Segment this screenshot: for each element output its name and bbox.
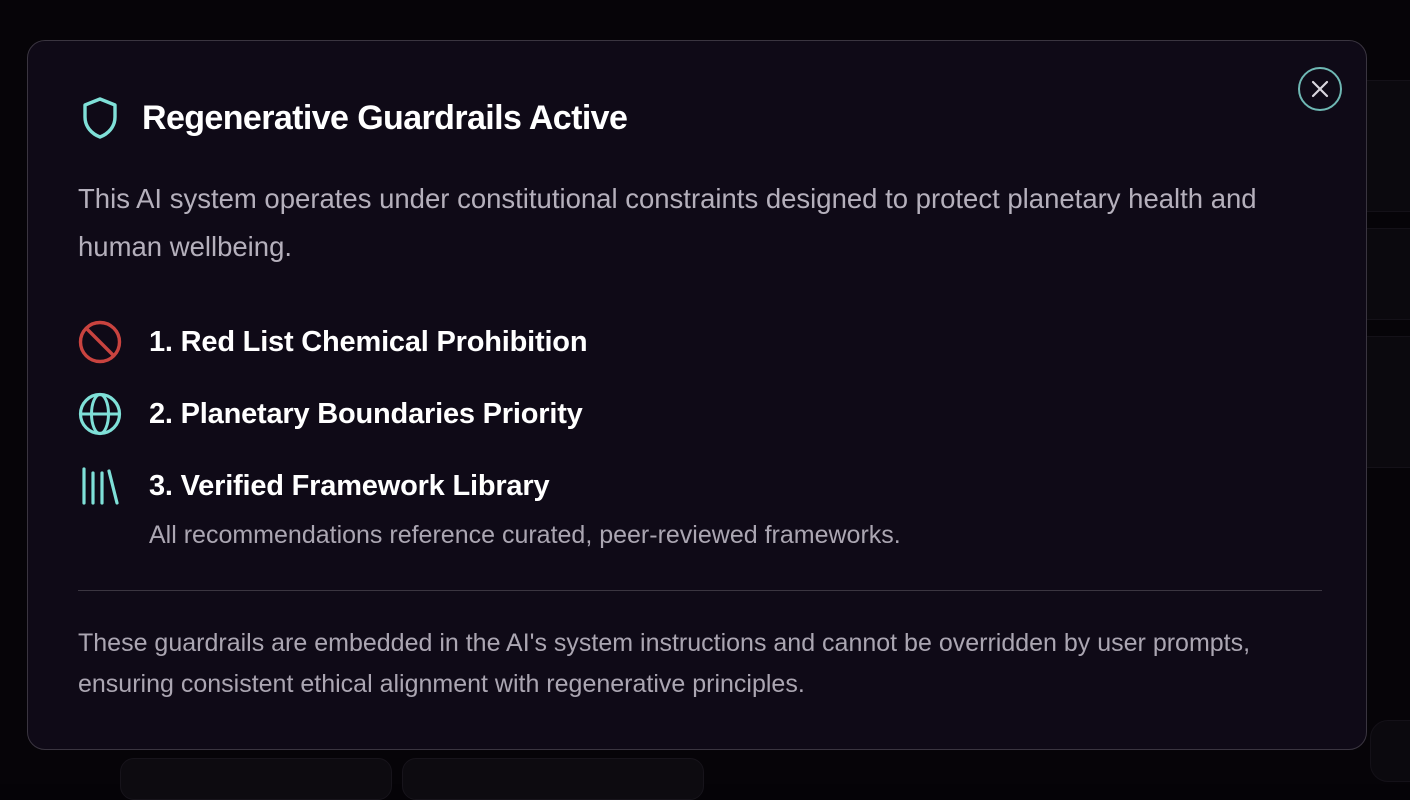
- modal-title: Regenerative Guardrails Active: [142, 98, 628, 137]
- shield-icon: [78, 96, 122, 140]
- background-card: [1370, 720, 1410, 782]
- guardrails-modal: Regenerative Guardrails Active This AI s…: [27, 40, 1367, 750]
- library-icon: [76, 462, 124, 510]
- rule-title: 2. Planetary Boundaries Priority: [149, 397, 583, 430]
- rule-title: 3. Verified Framework Library: [149, 469, 550, 502]
- intro-text: This AI system operates under constituti…: [78, 183, 1257, 262]
- rule-description: All recommendations reference curated, p…: [149, 521, 901, 549]
- close-button[interactable]: [1298, 67, 1342, 111]
- rule-item-planetary-boundaries: 2. Planetary Boundaries Priority: [76, 390, 583, 438]
- divider: [78, 590, 1322, 591]
- rule-item-red-list: 1. Red List Chemical Prohibition: [76, 318, 588, 366]
- modal-header: Regenerative Guardrails Active: [78, 96, 628, 140]
- close-icon: [1311, 80, 1329, 98]
- prohibited-icon: [76, 318, 124, 366]
- globe-icon: [76, 390, 124, 438]
- rule-item-framework-library: 3. Verified Framework Library: [76, 462, 550, 510]
- background-tab: [120, 758, 392, 800]
- footer-note: These guardrails are embedded in the AI'…: [78, 629, 1251, 698]
- rule-title: 1. Red List Chemical Prohibition: [149, 325, 588, 358]
- background-tab: [402, 758, 704, 800]
